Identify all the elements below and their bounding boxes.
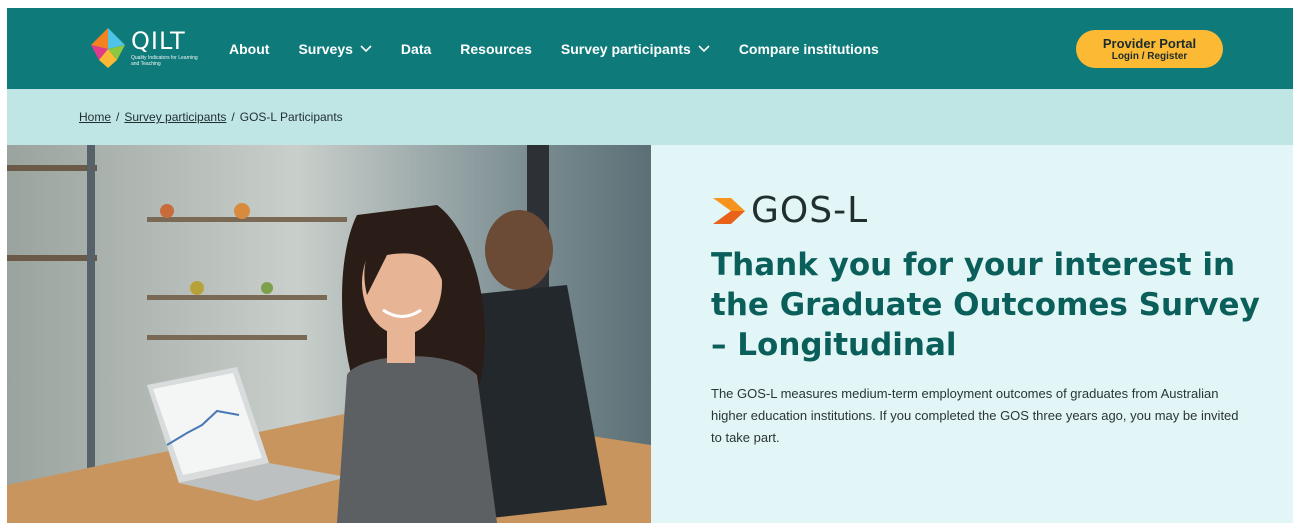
breadcrumb-home[interactable]: Home [79,110,111,124]
logo-text: QILT Quality Indicators for Learning and… [131,29,201,67]
provider-portal-button[interactable]: Provider Portal Login / Register [1076,30,1223,68]
nav-compare-institutions[interactable]: Compare institutions [739,41,879,57]
breadcrumb-separator: / [231,110,235,124]
nav-label: Resources [460,40,532,57]
page: QILT Quality Indicators for Learning and… [7,8,1293,523]
hero-photo [7,145,651,523]
hero-description: The GOS-L measures medium-term employmen… [711,386,1239,445]
qilt-logo[interactable]: QILT Quality Indicators for Learning and… [89,26,201,70]
portal-subtitle: Login / Register [1111,50,1188,62]
breadcrumb: Home / Survey participants / GOS-L Parti… [7,89,1293,145]
nav-survey-participants[interactable]: Survey participants [561,41,710,57]
chevron-down-icon [360,44,372,52]
nav-about[interactable]: About [229,41,269,57]
breadcrumb-survey-participants[interactable]: Survey participants [124,110,226,124]
logo-tagline: Quality Indicators for Learning and Teac… [131,55,198,67]
main-nav: About Surveys Data Resources Survey part… [229,8,908,89]
hero-title: Thank you for your interest in the Gradu… [711,247,1260,363]
nav-data[interactable]: Data [401,41,431,57]
hero-panel: GOS-L Thank you for your interest in the… [651,145,1293,523]
breadcrumb-current: GOS-L Participants [239,110,343,124]
brand-name: GOS-L [751,190,869,231]
nav-label: Survey participants [560,40,691,57]
logo-name: QILT [131,27,186,55]
nav-label: Compare institutions [738,40,879,57]
portal-title: Provider Portal [1102,35,1197,51]
chevron-down-icon [698,44,710,52]
nav-resources[interactable]: Resources [460,41,532,57]
breadcrumb-separator: / [116,110,120,124]
qilt-logo-icon [91,28,125,68]
hero-image [7,145,651,523]
gos-l-brand: GOS-L [711,191,868,231]
nav-surveys[interactable]: Surveys [298,40,372,57]
nav-label: Data [400,40,432,57]
gos-l-chevron-icon [713,198,745,224]
nav-label: About [229,40,270,57]
nav-label: Surveys [298,40,353,57]
site-header: QILT Quality Indicators for Learning and… [7,8,1293,89]
